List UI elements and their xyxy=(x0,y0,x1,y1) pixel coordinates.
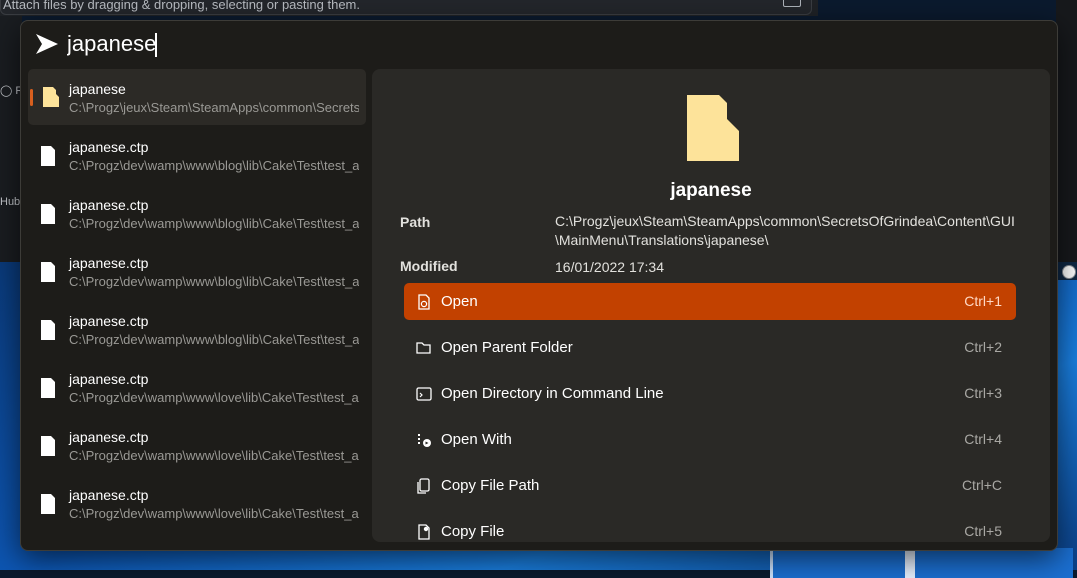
action-open[interactable]: Open Ctrl+1 xyxy=(404,283,1016,320)
background-left-snippet: Hub xyxy=(0,196,21,208)
modified-value: 16/01/2022 17:34 xyxy=(555,259,664,275)
action-label: Open With xyxy=(441,431,512,448)
result-path: C:\Progz\dev\wamp\www\blog\lib\Cake\Test… xyxy=(69,216,359,231)
background-left-panel xyxy=(0,16,22,262)
action-open-command-line[interactable]: Open Directory in Command Line Ctrl+3 xyxy=(404,375,1016,412)
background-slider-knob xyxy=(1062,265,1076,279)
open-file-icon xyxy=(418,294,430,310)
file-icon xyxy=(41,320,55,340)
action-copy-file-path[interactable]: Copy File Path Ctrl+C xyxy=(404,467,1016,504)
copy-file-icon xyxy=(418,524,430,540)
result-item[interactable]: japanese.ctp C:\Progz\dev\wamp\www\blog\… xyxy=(28,301,366,357)
result-path: C:\Progz\dev\wamp\www\love\lib\Cake\Test… xyxy=(69,506,359,521)
path-value: C:\Progz\jeux\Steam\SteamApps\common\Sec… xyxy=(555,213,1015,248)
result-list: japanese C:\Progz\jeux\Steam\SteamApps\c… xyxy=(28,69,366,550)
preview-title: japanese xyxy=(670,180,752,201)
background-right-panel xyxy=(1056,0,1077,262)
action-copy-file[interactable]: Copy File Ctrl+5 xyxy=(404,513,1016,542)
action-label: Open Directory in Command Line xyxy=(441,385,664,402)
action-open-with[interactable]: Open With Ctrl+4 xyxy=(404,421,1016,458)
result-path: C:\Progz\dev\wamp\www\blog\lib\Cake\Test… xyxy=(69,332,359,347)
terminal-icon xyxy=(416,387,432,401)
file-icon xyxy=(41,494,55,514)
preview-panel: japanese Path C:\Progz\jeux\Steam\SteamA… xyxy=(372,69,1050,542)
action-label: Copy File xyxy=(441,523,505,540)
arrow-right-icon xyxy=(36,34,58,54)
modified-label: Modified xyxy=(400,258,458,274)
result-item[interactable]: japanese.ctp C:\Progz\dev\wamp\www\blog\… xyxy=(28,185,366,241)
action-label: Open Parent Folder xyxy=(441,339,573,356)
action-shortcut: Ctrl+3 xyxy=(964,385,1002,401)
background-attach-hint: Attach files by dragging & dropping, sel… xyxy=(3,0,360,12)
folder-icon xyxy=(43,87,59,107)
launcher-window: japanese C:\Progz\jeux\Steam\SteamApps\c… xyxy=(20,20,1058,551)
path-label: Path xyxy=(400,214,431,230)
action-shortcut: Ctrl+1 xyxy=(964,293,1002,309)
markdown-icon xyxy=(783,0,801,7)
file-icon xyxy=(41,204,55,224)
result-item[interactable]: japanese.ctp C:\Progz\dev\wamp\www\love\… xyxy=(28,475,366,531)
result-title: japanese.ctp xyxy=(69,197,149,213)
result-path: C:\Progz\dev\wamp\www\love\lib\Cake\Test… xyxy=(69,448,359,463)
action-shortcut: Ctrl+4 xyxy=(964,431,1002,447)
result-title: japanese.ctp xyxy=(69,139,149,155)
folder-open-icon xyxy=(416,342,431,354)
result-item[interactable]: japanese.ctp C:\Progz\dev\wamp\www\love\… xyxy=(28,359,366,415)
result-item-selected[interactable]: japanese C:\Progz\jeux\Steam\SteamApps\c… xyxy=(28,69,366,125)
file-icon xyxy=(41,378,55,398)
result-title: japanese.ctp xyxy=(69,255,149,271)
background-window-edge xyxy=(905,548,915,578)
action-label: Copy File Path xyxy=(441,477,540,494)
folder-icon xyxy=(687,95,739,161)
result-item[interactable]: japanese.ctp C:\Progz\dev\wamp\www\love\… xyxy=(28,417,366,473)
background-window xyxy=(770,548,1073,578)
result-path: C:\Progz\dev\wamp\www\blog\lib\Cake\Test… xyxy=(69,274,359,289)
search-bar xyxy=(21,21,1057,69)
result-path: C:\Progz\dev\wamp\www\blog\lib\Cake\Test… xyxy=(69,158,359,173)
open-with-icon xyxy=(418,434,431,447)
action-open-parent-folder[interactable]: Open Parent Folder Ctrl+2 xyxy=(404,329,1016,366)
selection-indicator xyxy=(30,89,33,106)
result-title: japanese.ctp xyxy=(69,487,149,503)
result-title: japanese.ctp xyxy=(69,313,149,329)
action-shortcut: Ctrl+C xyxy=(961,477,1002,493)
result-item[interactable]: japanese.ctp C:\Progz\dev\wamp\www\blog\… xyxy=(28,243,366,299)
result-title: japanese.ctp xyxy=(69,371,149,387)
file-icon xyxy=(41,436,55,456)
background-attach-bar: Attach files by dragging & dropping, sel… xyxy=(0,0,812,15)
copy-icon xyxy=(417,478,430,494)
file-icon xyxy=(41,146,55,166)
result-title: japanese xyxy=(69,81,126,97)
search-input[interactable] xyxy=(67,29,967,59)
result-path: C:\Progz\dev\wamp\www\love\lib\Cake\Test… xyxy=(69,390,359,405)
result-path: C:\Progz\jeux\Steam\SteamApps\common\Sec… xyxy=(69,100,359,115)
action-shortcut: Ctrl+2 xyxy=(964,339,1002,355)
result-item[interactable]: japanese.ctp C:\Progz\dev\wamp\www\blog\… xyxy=(28,127,366,183)
result-title: japanese.ctp xyxy=(69,429,149,445)
text-caret xyxy=(155,33,157,57)
action-label: Open xyxy=(441,293,478,310)
file-icon xyxy=(41,262,55,282)
action-shortcut: Ctrl+5 xyxy=(964,523,1002,539)
